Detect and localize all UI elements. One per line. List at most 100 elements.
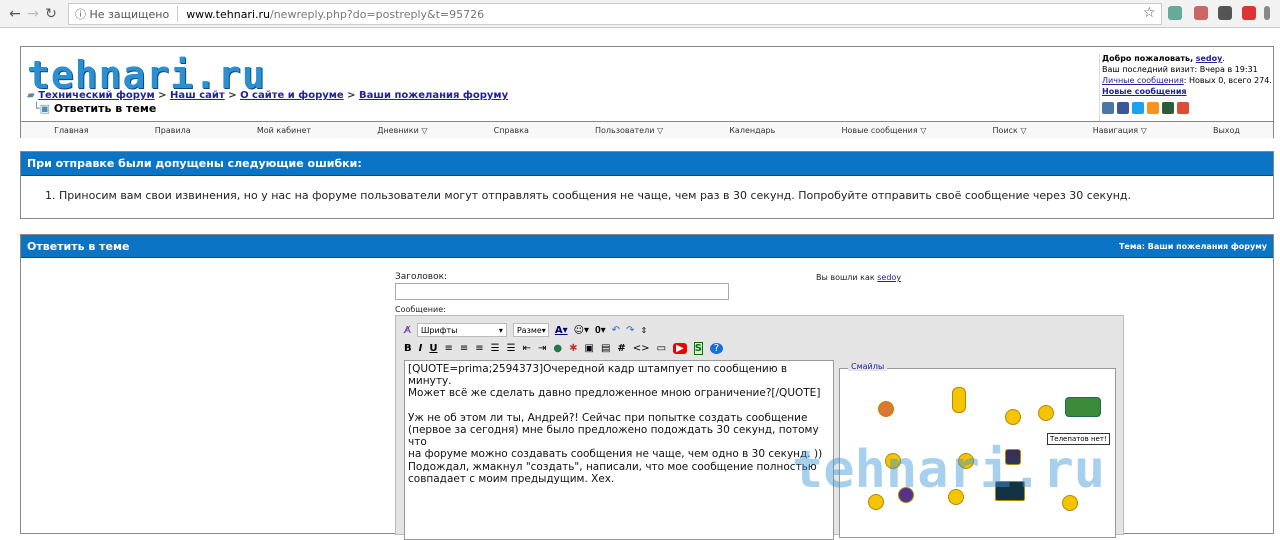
user-link[interactable]: sedoy: [1196, 54, 1223, 63]
breadcrumb-link[interactable]: Технический форум: [38, 90, 154, 101]
smiley-icon[interactable]: [952, 387, 966, 413]
security-label: Не защищено: [89, 8, 170, 21]
custom-icon[interactable]: ?: [709, 343, 724, 354]
logged-user-link[interactable]: sedoy: [877, 273, 901, 282]
bookmark-star-icon[interactable]: ☆: [1143, 5, 1156, 21]
menu-icon[interactable]: [1264, 6, 1270, 20]
nav-home[interactable]: Главная: [54, 126, 89, 135]
underline-icon[interactable]: U: [429, 343, 437, 354]
thread-theme: Тема: Ваши пожелания форуму: [1119, 235, 1267, 257]
font-select-value: Шрифты: [420, 325, 458, 335]
extension-icon[interactable]: [1218, 6, 1232, 20]
error-title: При отправке были допущены следующие оши…: [21, 152, 1273, 176]
youtube-icon[interactable]: ▶: [673, 343, 687, 354]
remove-format-icon[interactable]: A̸: [404, 325, 411, 336]
nav-cabinet[interactable]: Мой кабинет: [257, 126, 311, 135]
resize-icon[interactable]: ⇕: [640, 326, 647, 335]
twitter-icon[interactable]: [1132, 102, 1144, 114]
googleplus-icon[interactable]: [1177, 102, 1189, 114]
page-title-text: Ответить в теме: [53, 102, 157, 115]
error-item: Приносим вам свои извинения, но у нас на…: [59, 189, 1273, 202]
indent-icon[interactable]: ⇥: [538, 343, 546, 354]
forward-icon[interactable]: →: [24, 6, 42, 22]
address-bar[interactable]: ⓘ Не защищено www.tehnari.ru/newreply.ph…: [68, 3, 1162, 25]
pm-count: : Новых 0, всего 274.: [1183, 76, 1272, 85]
nav-help[interactable]: Справка: [494, 126, 529, 135]
unlink-icon[interactable]: ✱: [569, 343, 577, 354]
align-right-icon[interactable]: ≡: [475, 343, 483, 354]
smiley-icon[interactable]: ☺▾: [574, 325, 589, 336]
extension-icon[interactable]: [1194, 6, 1208, 20]
nav-new-posts[interactable]: Новые сообщения ▽: [841, 126, 926, 135]
new-posts-link[interactable]: Новые сообщения: [1102, 87, 1187, 96]
tree-smiley-icon[interactable]: [1065, 397, 1101, 417]
breadcrumb-link[interactable]: О сайте и форуме: [240, 90, 344, 101]
extension-icon[interactable]: [1242, 6, 1256, 20]
link-icon[interactable]: ●: [553, 343, 562, 354]
breadcrumb: ▰ Технический форум > Наш сайт > О сайте…: [27, 90, 509, 101]
nav-users[interactable]: Пользователи ▽: [595, 126, 663, 135]
nav-diaries[interactable]: Дневники ▽: [377, 126, 427, 135]
error-box: При отправке были допущены следующие оши…: [20, 151, 1274, 219]
extension-icon[interactable]: [1168, 6, 1182, 20]
subject-label: Заголовок:: [395, 272, 448, 282]
bold-icon[interactable]: B: [404, 343, 412, 354]
subject-input[interactable]: [395, 283, 729, 300]
pm-link[interactable]: Личные сообщения: [1102, 76, 1184, 85]
ordered-list-icon[interactable]: ☰: [491, 343, 500, 354]
quote-icon[interactable]: ▤: [601, 343, 610, 354]
smiles-label: Смайлы: [848, 362, 888, 371]
odnoklassniki-icon[interactable]: [1147, 102, 1159, 114]
security-indicator[interactable]: ⓘ Не защищено: [75, 6, 179, 22]
reply-header: Ответить в теме Тема: Ваши пожелания фору…: [21, 235, 1273, 258]
welcome-panel: Добро пожаловать, sedoy. Ваш последний в…: [1099, 53, 1274, 121]
redo-icon[interactable]: ↷: [626, 325, 634, 336]
nav-search[interactable]: Поиск ▽: [993, 126, 1027, 135]
theme-label: Тема:: [1118, 242, 1145, 251]
message-textarea[interactable]: [QUOTE=prima;2594373]Очередной кадр штам…: [404, 360, 834, 540]
breadcrumb-link[interactable]: Ваши пожелания форуму: [359, 90, 508, 101]
watermark: tehnari.ru: [792, 440, 1106, 500]
logged-label: Вы вошли как: [816, 273, 875, 282]
breadcrumb-link[interactable]: Наш сайт: [170, 90, 225, 101]
code-hash-icon[interactable]: #: [617, 343, 625, 354]
image-icon[interactable]: ▣: [585, 343, 594, 354]
theme-link[interactable]: Ваши пожелания форуму: [1148, 242, 1267, 251]
vk-icon[interactable]: [1102, 102, 1114, 114]
message-label: Сообщение:: [395, 305, 446, 314]
html-code-icon[interactable]: <>: [633, 343, 650, 354]
smiley-icon[interactable]: [1038, 405, 1054, 421]
last-visit: Ваш последний визит: Вчера в 19:31: [1102, 65, 1258, 74]
page-title: └▣ Ответить в теме: [33, 102, 156, 115]
forum-header: tehnari.ru ▰ Технический форум > Наш сай…: [20, 46, 1274, 138]
font-color-icon[interactable]: A▾: [555, 325, 568, 336]
font-select[interactable]: Шрифты ▾: [416, 323, 507, 337]
italic-icon[interactable]: I: [419, 343, 423, 354]
smiley-icon[interactable]: [878, 401, 894, 417]
facebook-icon[interactable]: [1117, 102, 1129, 114]
reload-icon[interactable]: ↻: [42, 6, 60, 22]
unordered-list-icon[interactable]: ☰: [507, 343, 516, 354]
align-center-icon[interactable]: ≡: [460, 343, 468, 354]
size-select[interactable]: Разме ▾: [512, 323, 549, 337]
nav-calendar[interactable]: Календарь: [729, 126, 775, 135]
align-left-icon[interactable]: ≡: [444, 343, 452, 354]
spoiler-icon[interactable]: S: [693, 342, 703, 355]
nav-rules[interactable]: Правила: [155, 126, 191, 135]
undo-icon[interactable]: ↶: [612, 325, 620, 336]
toolbar-row-2: BIU ≡ ≡ ≡ ☰ ☰ ⇤ ⇥ ● ✱ ▣ ▤ # <> ▭ ▶ S?: [404, 342, 724, 355]
toolbar-row-1: A̸ Шрифты ▾ Разме ▾ A▾ ☺▾ 𝟎▾ ↶ ↷ ⇕: [404, 323, 647, 337]
nav-navigation[interactable]: Навигация ▽: [1093, 126, 1147, 135]
back-icon[interactable]: ←: [6, 6, 24, 22]
nav-logout[interactable]: Выход: [1213, 126, 1240, 135]
reply-title: Ответить в теме: [27, 240, 130, 253]
tree-icon: └▣: [33, 102, 51, 115]
smiley-icon[interactable]: [1005, 409, 1021, 425]
attach-icon[interactable]: 𝟎▾: [595, 325, 606, 336]
php-icon[interactable]: ▭: [657, 343, 666, 354]
message-editor: A̸ Шрифты ▾ Разме ▾ A▾ ☺▾ 𝟎▾ ↶ ↷ ⇕ BIU ≡ ≡ ≡…: [395, 315, 1124, 540]
mailru-icon[interactable]: [1162, 102, 1174, 114]
url-domain: www.tehnari.ru: [186, 7, 270, 21]
size-select-value: Разме: [516, 325, 542, 335]
outdent-icon[interactable]: ⇤: [523, 343, 531, 354]
